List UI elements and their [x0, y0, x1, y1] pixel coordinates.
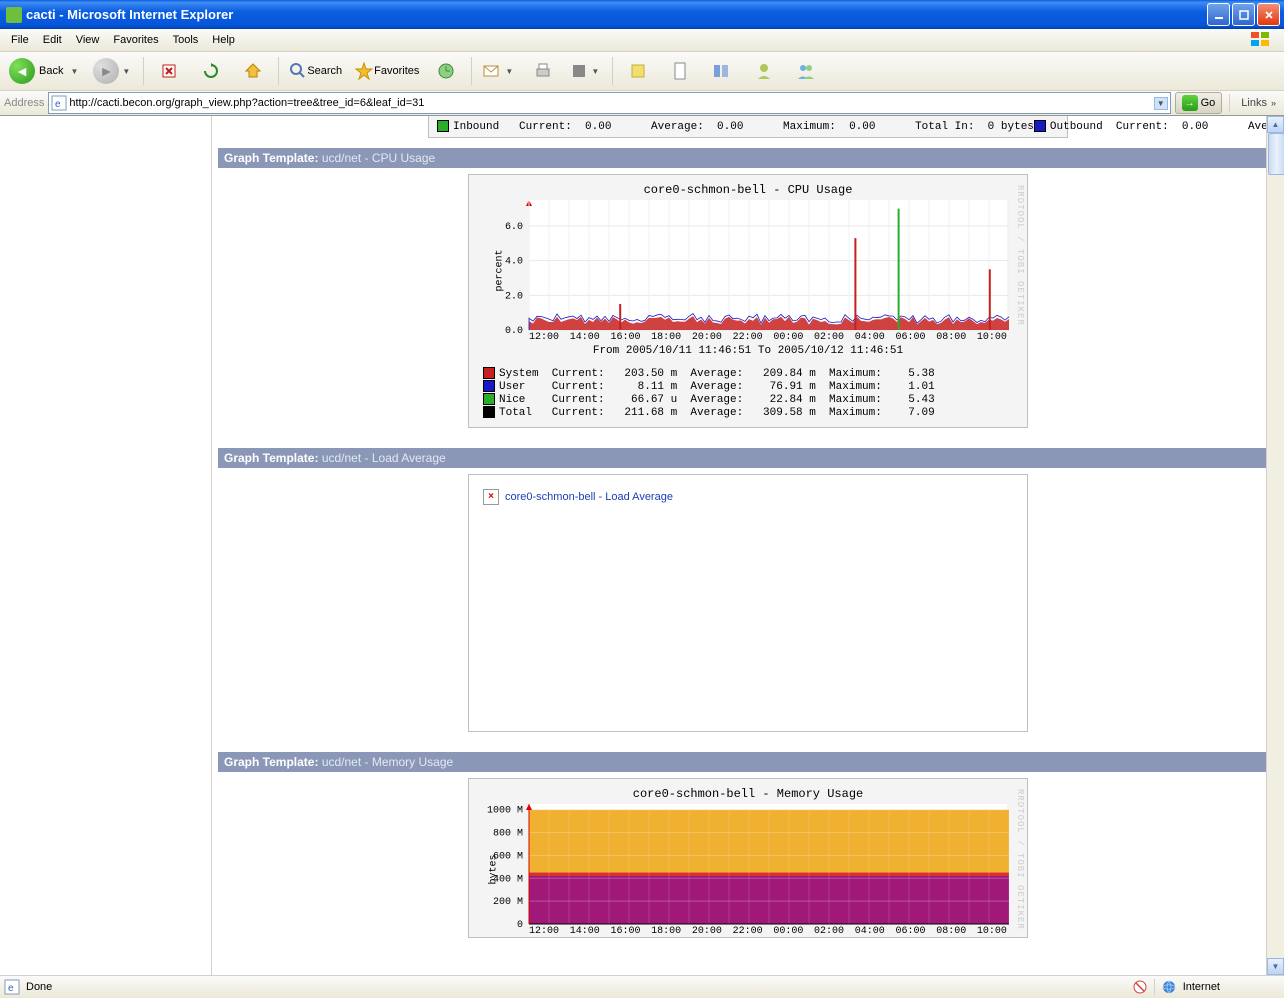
svg-text:e: e — [8, 983, 14, 994]
svg-text:4.0: 4.0 — [505, 257, 523, 268]
back-dropdown-icon[interactable]: ▼ — [67, 67, 81, 76]
star-icon — [354, 61, 374, 81]
svg-text:600 M: 600 M — [493, 851, 523, 862]
search-button[interactable]: Search — [284, 55, 347, 87]
broken-image-label: core0-schmon-bell - Load Average — [505, 491, 673, 503]
search-icon — [289, 62, 307, 80]
svg-text:2.0: 2.0 — [505, 291, 523, 302]
go-icon: → — [1182, 95, 1198, 111]
minimize-button[interactable] — [1207, 3, 1230, 26]
address-input[interactable] — [67, 96, 1153, 110]
mail-button[interactable]: ▼ — [477, 55, 521, 87]
app-icon — [6, 7, 22, 23]
internet-zone-icon — [1161, 979, 1177, 995]
forward-button[interactable]: ► ▼ — [88, 55, 138, 87]
load-graph: × core0-schmon-bell - Load Average — [468, 474, 1028, 732]
cpu-xticks: 12:0014:0016:0018:0020:0022:0000:0002:00… — [529, 332, 1007, 343]
history-button[interactable] — [426, 55, 466, 87]
template-header-load: Graph Template: ucd/net - Load Average — [218, 448, 1278, 468]
cpu-plot: 0.02.04.06.0 — [529, 200, 1009, 330]
cpu-graph-title: core0-schmon-bell - CPU Usage — [477, 183, 1019, 197]
svg-text:e: e — [55, 99, 61, 110]
rrd-watermark-mem: RRDTOOL / TOBI OETIKER — [1015, 789, 1025, 930]
edit-button[interactable]: ▼ — [565, 55, 607, 87]
broken-image-icon: × — [483, 489, 499, 505]
stop-button[interactable] — [149, 55, 189, 87]
refresh-button[interactable] — [191, 55, 231, 87]
mem-plot: 0200 M400 M600 M800 M1000 M — [529, 804, 1009, 924]
mem-xticks: 12:0014:0016:0018:0020:0022:0000:0002:00… — [529, 926, 1007, 937]
svg-text:0.0: 0.0 — [505, 326, 523, 337]
maximize-button[interactable] — [1232, 3, 1255, 26]
forward-dropdown-icon[interactable]: ▼ — [119, 67, 133, 76]
menu-help[interactable]: Help — [205, 32, 242, 48]
window-title: cacti - Microsoft Internet Explorer — [26, 7, 1207, 22]
svg-text:0: 0 — [517, 920, 523, 931]
cpu-daterange: From 2005/10/11 11:46:51 To 2005/10/12 1… — [477, 345, 1019, 357]
menu-file[interactable]: File — [4, 32, 36, 48]
graph-pane: Inbound Current: 0.00 Average: 0.00 Maxi… — [212, 116, 1284, 975]
address-label: Address — [4, 97, 44, 109]
favorites-button[interactable]: Favorites — [349, 55, 424, 87]
messenger2-button[interactable] — [786, 55, 826, 87]
windows-flag-icon — [1248, 31, 1274, 49]
window-titlebar: cacti - Microsoft Internet Explorer — [0, 0, 1284, 29]
go-button[interactable]: → Go — [1175, 92, 1223, 114]
content-area: Inbound Current: 0.00 Average: 0.00 Maxi… — [0, 116, 1284, 975]
svg-text:200 M: 200 M — [493, 897, 523, 908]
tree-pane[interactable] — [0, 116, 212, 975]
vertical-scrollbar[interactable]: ▲ ▼ — [1266, 116, 1284, 975]
popup-blocked-icon[interactable] — [1132, 979, 1148, 995]
svg-text:6.0: 6.0 — [505, 222, 523, 233]
go-label: Go — [1201, 97, 1216, 109]
forward-icon: ► — [93, 58, 119, 84]
ie-page-icon: e — [51, 95, 67, 111]
print-button[interactable] — [523, 55, 563, 87]
address-bar: Address e ▼ → Go Links» — [0, 91, 1284, 116]
cpu-ylabel: percent — [495, 249, 506, 291]
cpu-legend: System Current: 203.50 m Average: 209.84… — [483, 367, 1019, 419]
scroll-up-button[interactable]: ▲ — [1267, 116, 1284, 133]
address-dropdown-icon[interactable]: ▼ — [1154, 97, 1168, 110]
links-button[interactable]: Links» — [1237, 97, 1280, 109]
scroll-thumb[interactable] — [1268, 133, 1284, 175]
messenger-button[interactable] — [744, 55, 784, 87]
svg-text:1000 M: 1000 M — [487, 805, 523, 816]
status-text: Done — [26, 981, 52, 993]
status-bar: e Done Internet — [0, 975, 1284, 998]
svg-text:400 M: 400 M — [493, 874, 523, 885]
menu-edit[interactable]: Edit — [36, 32, 69, 48]
device-button[interactable] — [660, 55, 700, 87]
toolbar: ◄ Back ▼ ► ▼ Search Favorites ▼ ▼ — [0, 52, 1284, 91]
menu-bar: File Edit View Favorites Tools Help — [0, 29, 1284, 52]
note-button[interactable] — [618, 55, 658, 87]
mem-graph-title: core0-schmon-bell - Memory Usage — [477, 787, 1019, 801]
menu-view[interactable]: View — [69, 32, 107, 48]
home-button[interactable] — [233, 55, 273, 87]
ie-status-icon: e — [4, 979, 20, 995]
menu-favorites[interactable]: Favorites — [106, 32, 165, 48]
mem-graph: RRDTOOL / TOBI OETIKER core0-schmon-bell… — [468, 778, 1028, 938]
back-label: Back — [39, 65, 63, 77]
template-header-mem: Graph Template: ucd/net - Memory Usage — [218, 752, 1278, 772]
traffic-legend: Inbound Current: 0.00 Average: 0.00 Maxi… — [428, 116, 1068, 138]
rrd-watermark: RRDTOOL / TOBI OETIKER — [1015, 185, 1025, 326]
research-button[interactable] — [702, 55, 742, 87]
svg-text:800 M: 800 M — [493, 828, 523, 839]
search-label: Search — [307, 65, 342, 77]
back-icon: ◄ — [9, 58, 35, 84]
back-button[interactable]: ◄ Back ▼ — [4, 55, 86, 87]
menu-tools[interactable]: Tools — [166, 32, 206, 48]
favorites-label: Favorites — [374, 65, 419, 77]
zone-label: Internet — [1183, 981, 1220, 993]
scroll-down-button[interactable]: ▼ — [1267, 958, 1284, 975]
cpu-graph: RRDTOOL / TOBI OETIKER core0-schmon-bell… — [468, 174, 1028, 428]
template-header-cpu: Graph Template: ucd/net - CPU Usage — [218, 148, 1278, 168]
close-button[interactable] — [1257, 3, 1280, 26]
address-input-wrap[interactable]: e ▼ — [48, 92, 1170, 114]
